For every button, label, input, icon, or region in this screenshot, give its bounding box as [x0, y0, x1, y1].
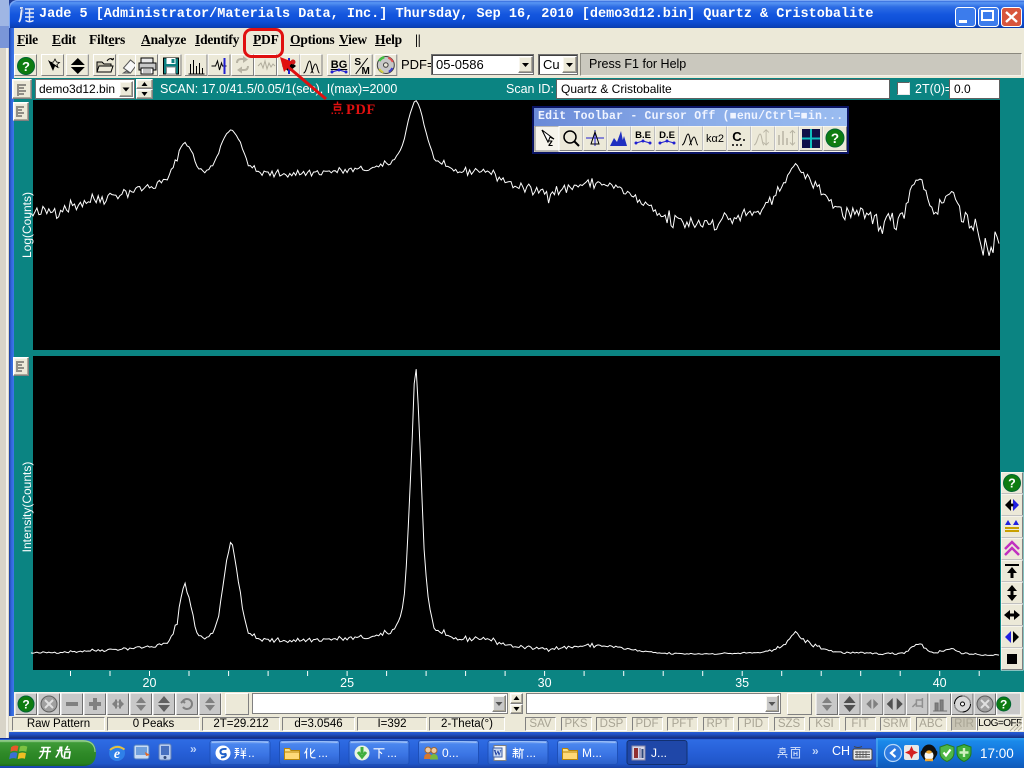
- svg-text:J...: J...: [651, 746, 667, 760]
- svg-text:»: »: [812, 744, 819, 758]
- svg-text:...: ...: [318, 746, 328, 760]
- svg-text:35: 35: [735, 676, 749, 690]
- svg-text:...: ...: [387, 746, 397, 760]
- svg-text:CH: CH: [832, 744, 850, 758]
- svg-text:M...: M...: [582, 746, 602, 760]
- svg-text:0...: 0...: [442, 746, 459, 760]
- svg-text:M: M: [362, 66, 370, 77]
- svg-text:...: ...: [526, 746, 536, 760]
- svg-text:20: 20: [143, 676, 157, 690]
- svg-text:..: ..: [248, 746, 255, 760]
- svg-text:e: e: [114, 747, 120, 762]
- svg-text:B.E: B.E: [635, 130, 651, 141]
- svg-text:?: ?: [22, 698, 29, 712]
- svg-text:W: W: [494, 749, 502, 758]
- svg-text:?: ?: [831, 131, 839, 146]
- svg-text:D.E: D.E: [659, 130, 675, 141]
- svg-text:S: S: [354, 57, 361, 68]
- svg-text:z: z: [548, 138, 553, 149]
- svg-text:30: 30: [538, 676, 552, 690]
- svg-text:40: 40: [933, 676, 947, 690]
- svg-text:C: C: [732, 129, 742, 144]
- svg-text:17:00: 17:00: [980, 746, 1014, 761]
- svg-text:»: »: [190, 742, 197, 756]
- svg-text:?: ?: [22, 59, 30, 74]
- svg-text:kα2: kα2: [706, 133, 724, 145]
- svg-text:?: ?: [1008, 477, 1016, 491]
- svg-text:25: 25: [340, 676, 354, 690]
- svg-text:?: ?: [1000, 698, 1007, 712]
